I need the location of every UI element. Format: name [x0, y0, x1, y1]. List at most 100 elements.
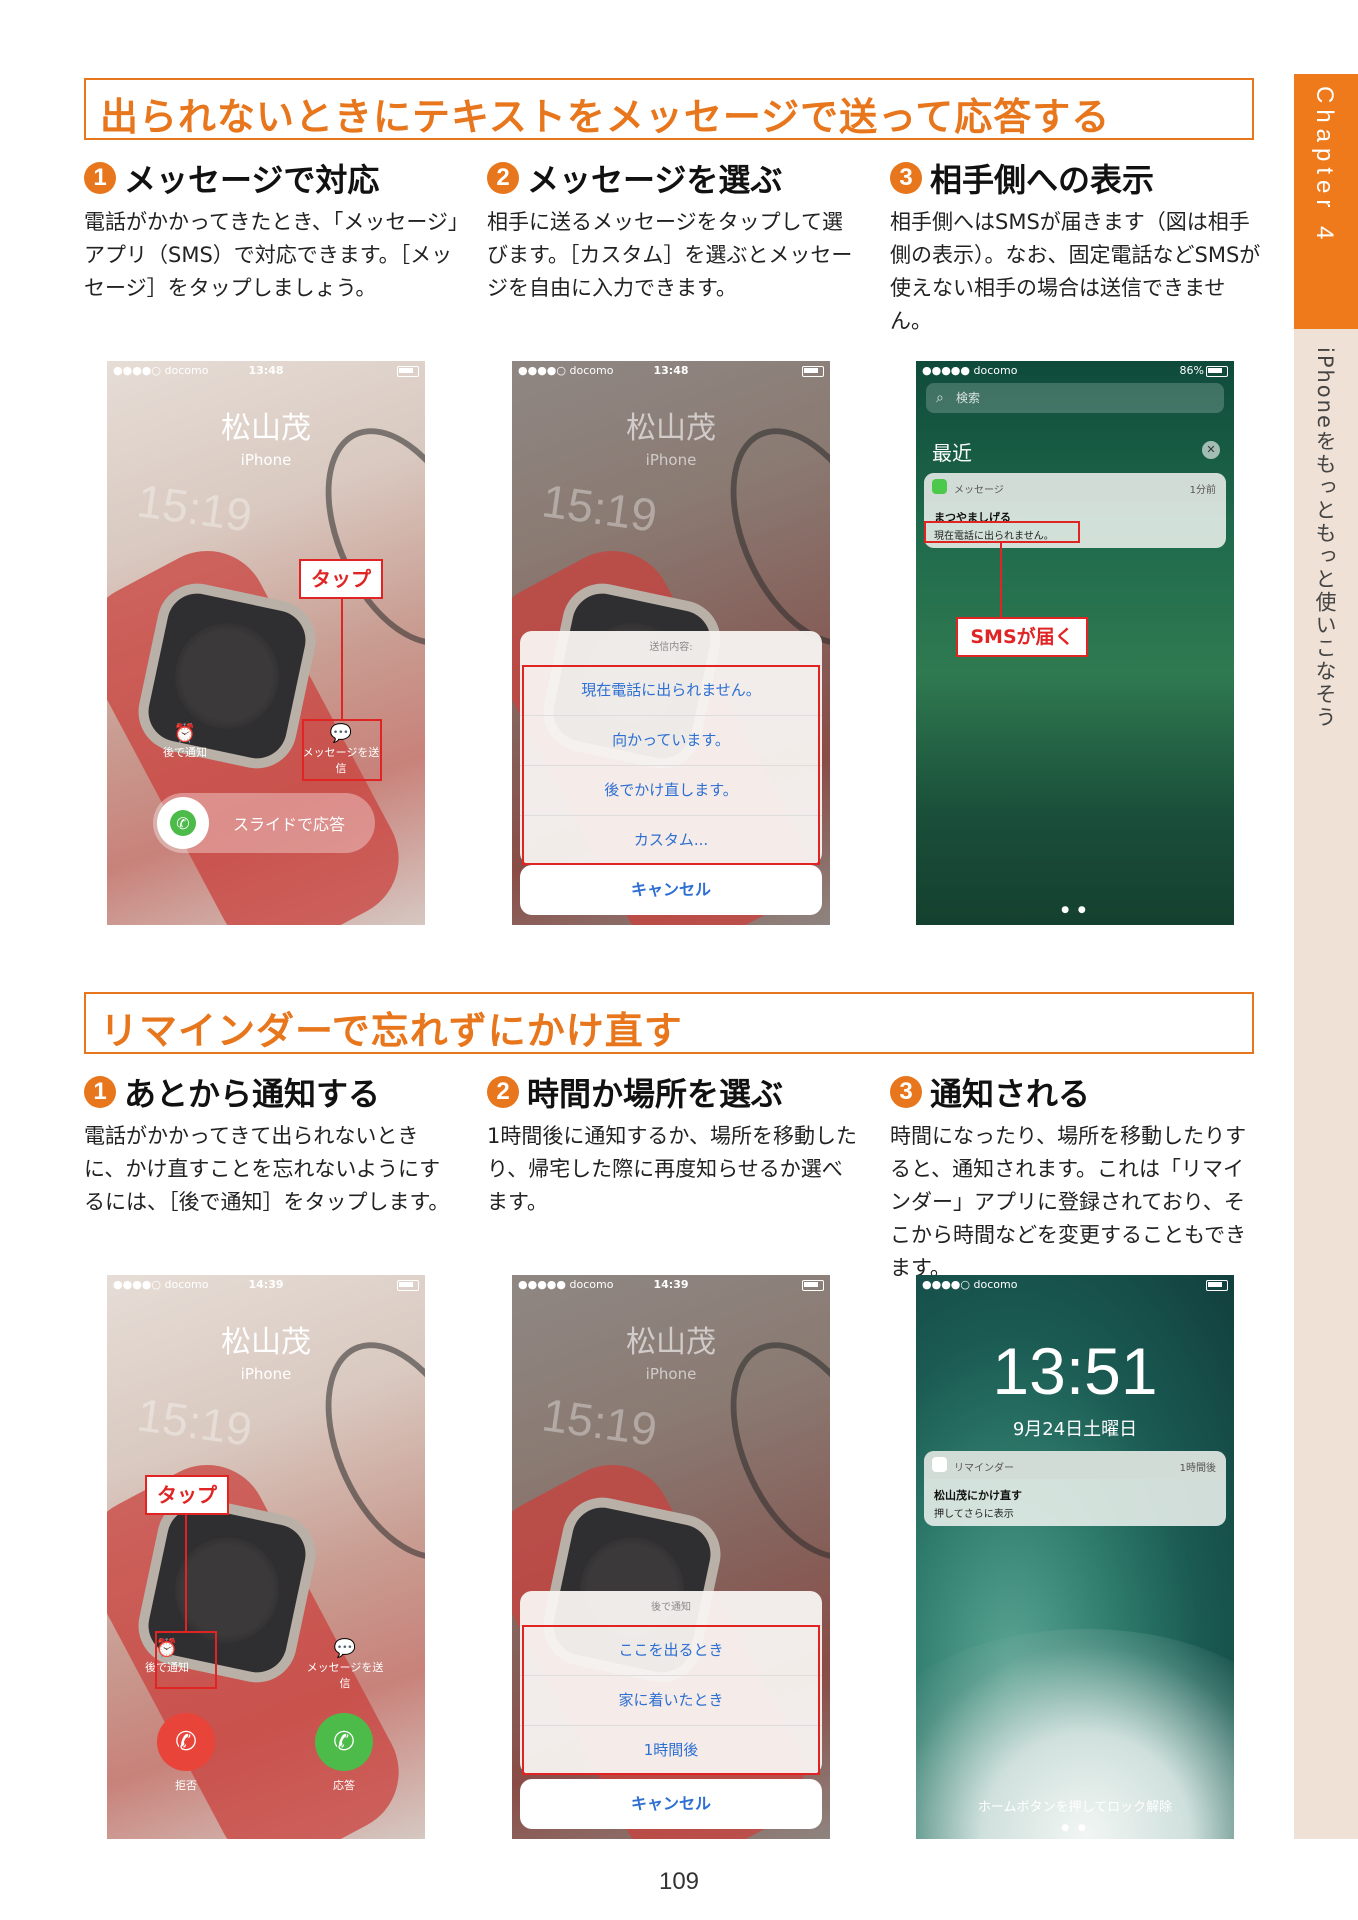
- section1-step3: 3 相手側への表示 相手側へはSMSが届きます（図は相手側の表示）。なお、固定電話…: [890, 156, 1265, 338]
- send-message-button[interactable]: 💬 メッセージを送信: [305, 1639, 385, 1691]
- background-clock: 15:19: [538, 474, 661, 542]
- battery-icon: [1206, 1280, 1228, 1291]
- section2-step3: 3 通知される 時間になったり、場所を移動したりすると、通知されます。これは「リマ…: [890, 1070, 1265, 1285]
- status-time: 14:39: [248, 1278, 284, 1291]
- unlock-hint: ホームボタンを押してロック解除: [977, 1800, 1173, 1815]
- battery-icon: [802, 366, 824, 377]
- decline-button[interactable]: ✆: [157, 1713, 215, 1771]
- section2-step1: 1 あとから通知する 電話がかかってきて出られないときに、かけ直すことを忘れないよ…: [84, 1070, 459, 1219]
- step-title: 通知される: [930, 1075, 1091, 1113]
- step-body: 時間になったり、場所を移動したりすると、通知されます。これは「リマインダー」アプ…: [890, 1124, 1247, 1280]
- notification-header: メッセージ 1分前: [924, 473, 1226, 501]
- step-body: 相手に送るメッセージをタップして選びます。［カスタム］を選ぶとメッセージを自由に…: [487, 210, 853, 300]
- step-number: 2: [487, 162, 519, 194]
- highlight-box: [924, 521, 1080, 543]
- alarm-clock-icon: ⏰: [173, 723, 197, 744]
- step-body: 相手側へはSMSが届きます（図は相手側の表示）。なお、固定電話などSMSが使えな…: [890, 210, 1261, 333]
- section1-title-box: 出られないときにテキストをメッセージで送って応答する: [84, 78, 1254, 140]
- callout-line: [341, 598, 343, 720]
- chapter-side-title: iPhoneをもっともっと使いこなそう: [1313, 347, 1337, 729]
- notification-time: 1時間後: [1179, 1463, 1216, 1474]
- battery-percent: 86%: [1179, 364, 1204, 377]
- search-placeholder: 検索: [956, 391, 981, 405]
- highlight-box: [155, 1631, 217, 1689]
- status-bar: ●●●●● docomo 86%: [916, 361, 1234, 381]
- status-bar: ●●●●○ docomo 13:48: [512, 361, 830, 381]
- caller-name: 松山茂: [221, 1325, 311, 1360]
- clear-icon[interactable]: ✕: [1202, 441, 1220, 459]
- phone-lock-screen: ●●●●○ docomo 13:51 9月24日土曜日 リマインダー 1時間後 …: [916, 1275, 1234, 1839]
- search-field[interactable]: ⌕ 検索: [926, 383, 1224, 413]
- background-clock: 15:19: [133, 1388, 256, 1456]
- highlight-box: [522, 665, 820, 865]
- recent-heading: 最近: [932, 441, 972, 465]
- remind-me-button[interactable]: ⏰ 後で通知: [145, 724, 225, 760]
- highlight-box: [302, 719, 382, 781]
- decline-label: 拒否: [175, 1779, 197, 1792]
- caller-name: 松山茂: [626, 1325, 716, 1360]
- page-number: 109: [658, 1868, 700, 1895]
- callout-line: [1000, 543, 1002, 618]
- notification-app: リマインダー: [954, 1463, 1014, 1474]
- phone-incoming-call-1: 15:19 ●●●●○ docomo 13:48 松山茂 iPhone ⏰ 後で…: [107, 361, 425, 925]
- slide-to-answer-label: スライドで応答: [233, 815, 346, 834]
- caller-name: 松山茂: [221, 411, 311, 446]
- reminder-notification[interactable]: リマインダー 1時間後 松山茂にかけ直す 押してさらに表示: [924, 1451, 1226, 1526]
- battery-icon: [1206, 366, 1228, 377]
- status-time: 13:48: [248, 364, 284, 377]
- lock-date: 9月24日土曜日: [1012, 1419, 1138, 1440]
- step-number: 2: [487, 1076, 519, 1108]
- step-title: あとから通知する: [124, 1075, 381, 1113]
- notification-app: メッセージ: [954, 485, 1004, 496]
- carrier-label: ●●●●○ docomo: [922, 1278, 1018, 1291]
- notification-subtext: 押してさらに表示: [934, 1509, 1014, 1520]
- background-clock: 15:19: [538, 1388, 661, 1456]
- phone-down-icon: ✆: [175, 1727, 197, 1757]
- phone-message-options: 15:19 ●●●●○ docomo 13:48 松山茂 iPhone 送信内容…: [512, 361, 830, 925]
- remind-me-label: 後で通知: [163, 746, 207, 759]
- step-body: 電話がかかってきたとき、「メッセージ」アプリ（SMS）で対応できます。［メッセー…: [84, 210, 459, 300]
- battery-icon: [802, 1280, 824, 1291]
- cancel-button[interactable]: キャンセル: [520, 1779, 822, 1829]
- step-title: メッセージで対応: [124, 161, 380, 199]
- reminders-app-icon: [932, 1457, 947, 1472]
- accept-button[interactable]: ✆: [315, 1713, 373, 1771]
- accept-label: 応答: [333, 1779, 355, 1792]
- status-bar: ●●●●○ docomo 14:39: [107, 1275, 425, 1295]
- search-icon: ⌕: [936, 390, 944, 406]
- highlight-box: [522, 1625, 820, 1775]
- step-number: 3: [890, 162, 922, 194]
- answer-knob[interactable]: ✆: [157, 797, 209, 849]
- messages-app-icon: [932, 479, 947, 494]
- carrier-label: ●●●●● docomo: [518, 1278, 614, 1291]
- section1-step1: 1 メッセージで対応 電話がかかってきたとき、「メッセージ」アプリ（SMS）で対応…: [84, 156, 459, 305]
- section2-step2: 2 時間か場所を選ぶ 1時間後に通知するか、場所を移動したり、帰宅した際に再度知ら…: [487, 1070, 862, 1219]
- section1-title: 出られないときにテキストをメッセージで送って応答する: [100, 95, 1111, 139]
- sms-arrives-callout: SMSが届く: [956, 617, 1088, 657]
- cancel-button[interactable]: キャンセル: [520, 865, 822, 915]
- lock-time: 13:51: [992, 1334, 1158, 1408]
- sheet-header: 後で通知: [651, 1602, 691, 1613]
- step-body: 1時間後に通知するか、場所を移動したり、帰宅した際に再度知らせるか選べます。: [487, 1124, 857, 1214]
- phone-icon: ✆: [170, 810, 196, 836]
- page-dots: ● ●: [1061, 905, 1089, 915]
- carrier-label: ●●●●○ docomo: [113, 1278, 209, 1291]
- step-body: 電話がかかってきて出られないときに、かけ直すことを忘れないようにするには、［後で…: [84, 1124, 450, 1214]
- step-number: 1: [84, 162, 116, 194]
- speech-bubble-icon: 💬: [333, 1638, 357, 1659]
- chapter-label: Chapter 4: [1311, 86, 1338, 246]
- send-message-label: メッセージを送信: [306, 1661, 384, 1690]
- tap-callout: タップ: [299, 559, 383, 599]
- step-title: 時間か場所を選ぶ: [527, 1075, 784, 1113]
- page-dots: ● ●: [1061, 1823, 1089, 1833]
- phone-remind-options: 15:19 ●●●●● docomo 14:39 松山茂 iPhone 後で通知…: [512, 1275, 830, 1839]
- carrier-label: ●●●●● docomo: [922, 364, 1018, 377]
- status-bar: ●●●●○ docomo: [916, 1275, 1234, 1295]
- slide-to-answer[interactable]: ✆ スライドで応答: [153, 793, 375, 853]
- status-time: 14:39: [653, 1278, 689, 1291]
- section2-title-box: リマインダーで忘れずにかけ直す: [84, 992, 1254, 1054]
- chapter-tab: Chapter 4: [1294, 74, 1358, 329]
- section1-step2: 2 メッセージを選ぶ 相手に送るメッセージをタップして選びます。［カスタム］を選ぶ…: [487, 156, 862, 305]
- phone-icon: ✆: [333, 1727, 355, 1757]
- chapter-side-band: iPhoneをもっともっと使いこなそう: [1294, 329, 1358, 1839]
